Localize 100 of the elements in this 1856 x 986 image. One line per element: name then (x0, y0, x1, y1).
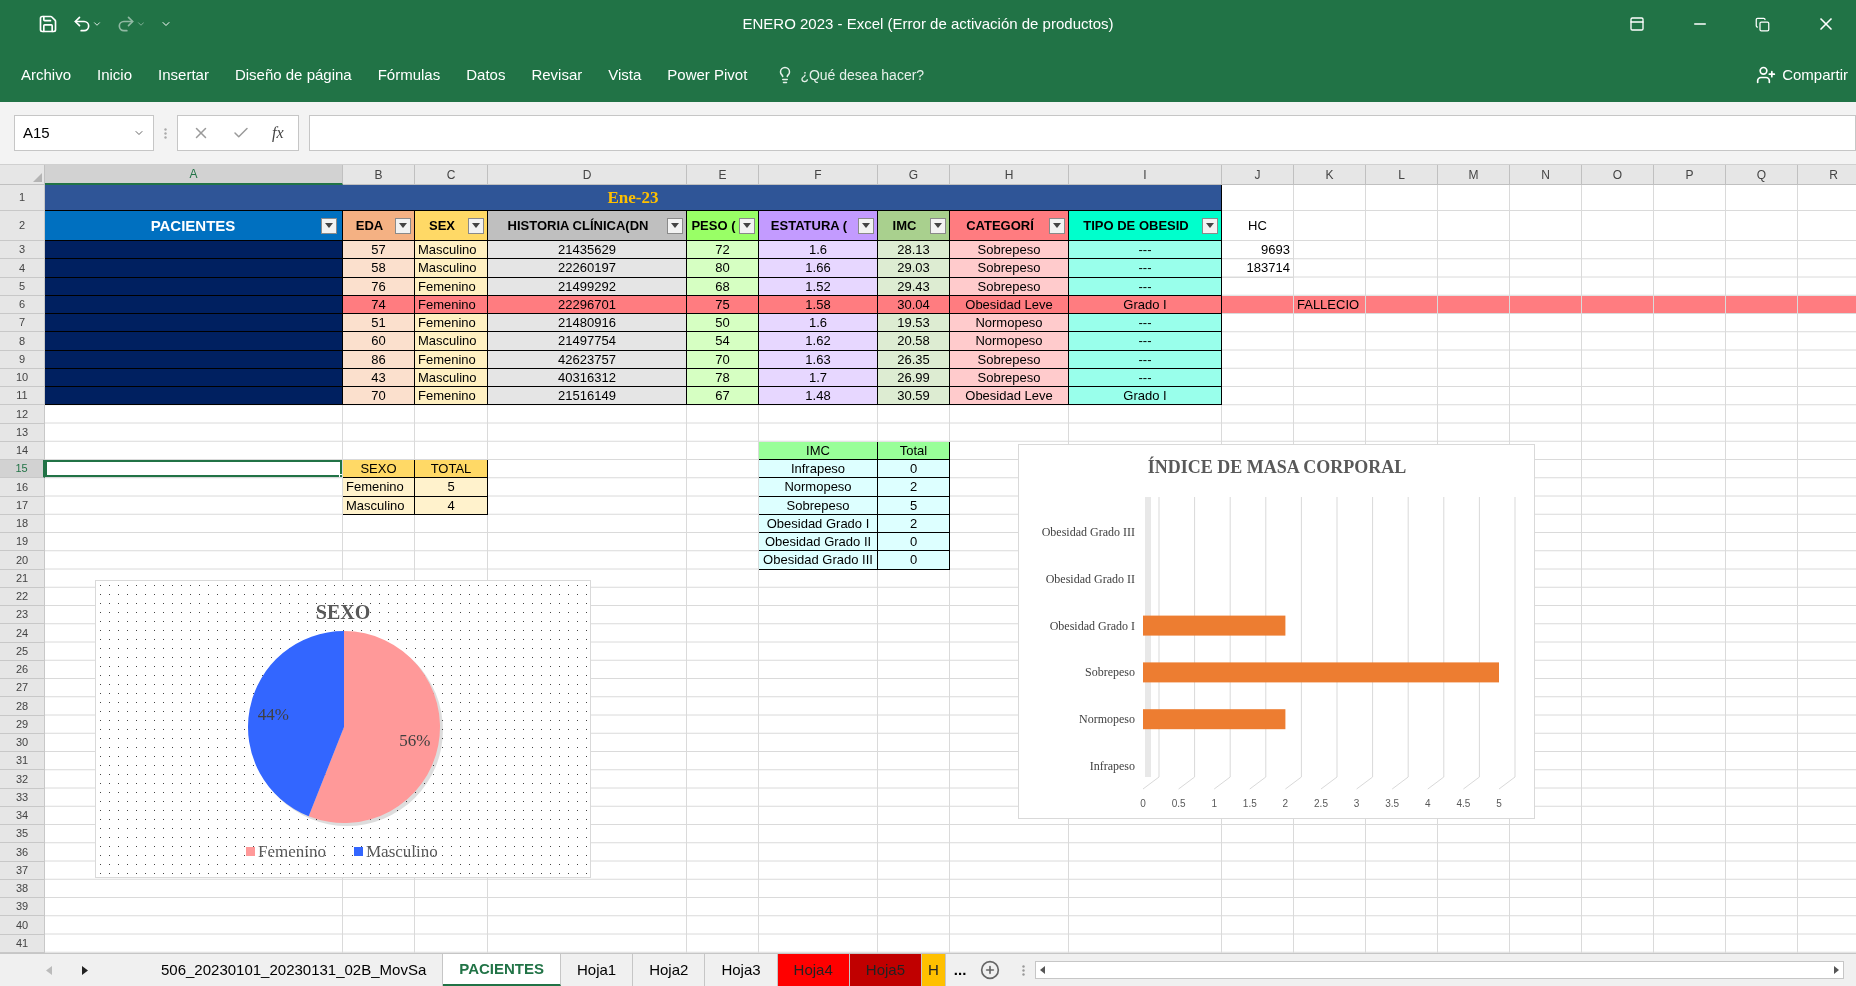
row-header[interactable]: 1 (0, 185, 45, 211)
row-header[interactable]: 2 (0, 211, 45, 241)
sheet-tab[interactable]: Hoja3 (705, 954, 778, 986)
restore-icon[interactable] (1755, 16, 1770, 32)
row-header[interactable]: 28 (0, 697, 45, 716)
ribbon-tab[interactable]: Inicio (84, 57, 146, 93)
ribbon-display-icon[interactable] (1629, 16, 1645, 32)
table-cell: Femenino (343, 478, 415, 497)
column-header[interactable]: J (1222, 165, 1294, 185)
table-cell: Obesidad Grado III (759, 551, 878, 570)
scroll-right-icon[interactable] (82, 965, 88, 975)
ribbon-tab[interactable]: Revisar (518, 57, 596, 93)
row-header[interactable]: 20 (0, 551, 45, 570)
ribbon-tab[interactable]: Power Pivot (654, 57, 761, 93)
table-cell: Masculino (415, 241, 488, 260)
table-cell: Masculino (415, 259, 488, 278)
column-header[interactable]: N (1510, 165, 1582, 185)
filter-button[interactable] (667, 217, 683, 234)
ribbon-tab[interactable]: Insertar (145, 57, 222, 93)
caret-icon (399, 223, 407, 228)
category-label: Obesidad Grado II (1045, 571, 1135, 586)
filter-button[interactable] (321, 217, 337, 234)
filter-button[interactable] (739, 217, 755, 234)
name-box[interactable]: A15 (14, 115, 154, 151)
header-label: PACIENTES (149, 218, 237, 233)
row-header[interactable]: 15 (0, 460, 45, 479)
table-cell: 22260197 (488, 259, 687, 278)
row-header[interactable]: 8 (0, 332, 45, 351)
legend-swatch (246, 847, 255, 856)
row-header[interactable]: 27 (0, 679, 45, 698)
tick-label: 4 (1425, 798, 1431, 809)
column-header[interactable]: M (1438, 165, 1510, 185)
insert-function-button[interactable]: fx (272, 121, 284, 145)
sheet-tab[interactable]: Hoja2 (633, 954, 706, 986)
column-header[interactable]: Q (1726, 165, 1798, 185)
table-cell: --- (1069, 332, 1222, 351)
legend-label: Masculino (366, 842, 438, 861)
row-header[interactable]: 7 (0, 314, 45, 333)
column-header[interactable]: K (1294, 165, 1366, 185)
redo-icon[interactable] (116, 14, 136, 34)
table-cell: 50 (687, 314, 759, 333)
ribbon-tab[interactable]: Fórmulas (364, 57, 454, 93)
table-cell: 21480916 (488, 314, 687, 333)
column-header[interactable]: P (1654, 165, 1726, 185)
column-header[interactable]: L (1366, 165, 1438, 185)
row-header[interactable]: 12 (0, 405, 45, 424)
caret-icon[interactable] (92, 19, 102, 29)
row-header[interactable]: 23 (0, 606, 45, 625)
filter-button[interactable] (1049, 217, 1065, 234)
table-cell: 80 (687, 259, 759, 278)
undo-icon[interactable] (72, 14, 92, 34)
row-header[interactable]: 36 (0, 843, 45, 862)
save-icon[interactable] (38, 14, 58, 34)
row-header[interactable]: 4 (0, 259, 45, 278)
column-header[interactable]: A (45, 165, 343, 185)
row-header[interactable]: 32 (0, 770, 45, 789)
data-label: 44% (257, 704, 289, 724)
row-header[interactable]: 3 (0, 241, 45, 260)
sheet-tab[interactable]: H (922, 954, 946, 986)
header-label: CATEGORÍ (965, 219, 1035, 232)
row-header[interactable]: 40 (0, 916, 45, 935)
more-tabs-button[interactable]: ... (945, 958, 975, 982)
filter-button[interactable] (930, 217, 946, 234)
row-header[interactable]: 19 (0, 533, 45, 552)
ribbon-tab[interactable]: Diseño de página (221, 57, 365, 93)
filter-button[interactable] (395, 217, 411, 234)
row-header[interactable]: 16 (0, 478, 45, 497)
caret-icon (325, 223, 333, 228)
ribbon-tab[interactable]: Datos (453, 57, 519, 93)
filter-button[interactable] (1202, 217, 1218, 234)
chart-title: SEXO (315, 601, 371, 623)
ribbon-tab[interactable]: Vista (595, 57, 655, 93)
sheet-tab[interactable]: Hoja4 (777, 954, 850, 986)
legend-label: Femenino (258, 842, 326, 861)
tick-label: 1.5 (1242, 798, 1257, 809)
tell-me-button[interactable]: ¿Qué desea hacer? (776, 64, 925, 86)
horizontal-scrollbar[interactable] (1035, 961, 1844, 979)
row-header[interactable]: 11 (0, 387, 45, 406)
scroll-left-icon[interactable] (1040, 966, 1046, 974)
table-cell: --- (1069, 259, 1222, 278)
tick-label: 3.5 (1385, 798, 1400, 809)
column-header[interactable]: O (1582, 165, 1654, 185)
table-cell: Obesidad Leve (950, 387, 1069, 406)
table-cell: 183714 (1222, 259, 1294, 278)
row-header[interactable]: 31 (0, 752, 45, 771)
ribbon-tab[interactable]: Archivo (8, 57, 85, 93)
scroll-right-icon[interactable] (1834, 966, 1839, 974)
add-sheet-icon[interactable] (980, 960, 1001, 980)
sheet-tab[interactable]: Hoja1 (561, 954, 634, 986)
formula-input[interactable] (308, 115, 1856, 151)
sheet-tab[interactable]: PACIENTES (443, 954, 561, 986)
tick-label: 0.5 (1171, 798, 1186, 809)
row-header[interactable]: 39 (0, 898, 45, 917)
row-header[interactable]: 35 (0, 825, 45, 844)
table-cell: 1.66 (759, 259, 878, 278)
filter-button[interactable] (468, 217, 484, 234)
filter-button[interactable] (858, 217, 874, 234)
share-button[interactable]: Compartir (1756, 63, 1848, 87)
row-header[interactable]: 24 (0, 624, 45, 643)
column-header[interactable]: R (1798, 165, 1856, 185)
